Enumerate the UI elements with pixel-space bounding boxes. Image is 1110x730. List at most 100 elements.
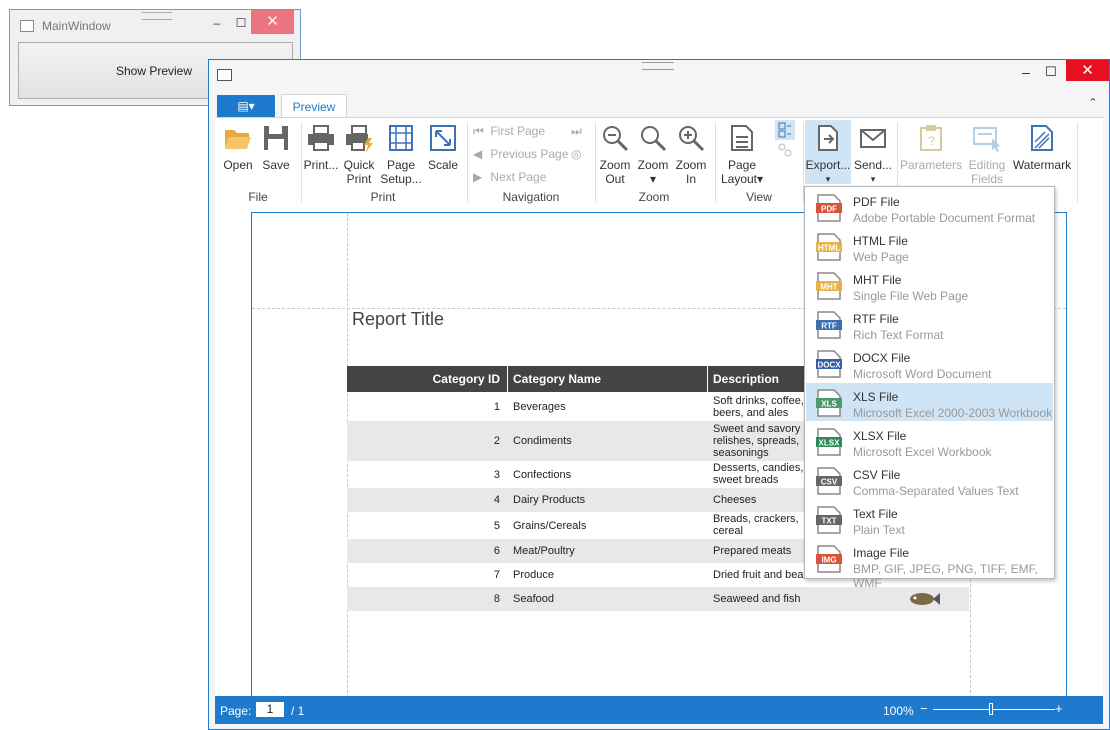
minimize-button[interactable]: – bbox=[1014, 62, 1038, 82]
export-item-title: PDF File bbox=[853, 195, 900, 209]
table-header: Category ID Category Name Description bbox=[347, 366, 805, 392]
page-layout-icon bbox=[731, 125, 753, 151]
column-header-category-id: Category ID bbox=[432, 372, 500, 386]
export-menu-item[interactable]: MHT MHT File Single File Web Page bbox=[806, 266, 1053, 304]
floppy-disk-icon bbox=[264, 126, 288, 150]
last-page-icon: ⏭ bbox=[571, 124, 582, 138]
export-item-title: XLSX File bbox=[853, 429, 907, 443]
export-menu-item[interactable]: RTF RTF File Rich Text Format bbox=[806, 305, 1053, 343]
previous-page-icon: ◀ bbox=[473, 147, 483, 161]
envelope-icon bbox=[860, 129, 886, 148]
thumbnails-button[interactable] bbox=[775, 120, 795, 140]
group-separator bbox=[595, 122, 596, 202]
export-menu-item[interactable]: IMG Image File BMP, GIF, JPEG, PNG, TIFF, … bbox=[806, 539, 1053, 590]
zoom-icon bbox=[641, 126, 667, 152]
last-page-button[interactable]: ⏭ bbox=[571, 124, 585, 139]
export-menu-item[interactable]: TXT Text File Plain Text bbox=[806, 500, 1053, 538]
zoom-plus-icon[interactable]: + bbox=[1055, 701, 1063, 716]
first-page-icon: ⏮ bbox=[473, 124, 484, 138]
export-menu-item[interactable]: PDF PDF File Adobe Portable Document Forma… bbox=[806, 188, 1053, 226]
svg-text:HTML: HTML bbox=[818, 244, 840, 253]
svg-text:DOCX: DOCX bbox=[817, 361, 841, 370]
page-number-input[interactable]: 1 bbox=[256, 702, 284, 717]
export-menu-item[interactable]: CSV CSV File Comma-Separated Values Text bbox=[806, 461, 1053, 499]
export-menu-item[interactable]: XLS XLS File Microsoft Excel 2000-2003 Wor… bbox=[806, 383, 1053, 421]
status-bar: Page: 1 / 1 100% − + bbox=[215, 696, 1103, 724]
seafood-picture bbox=[907, 589, 941, 612]
svg-text:TXT: TXT bbox=[821, 517, 836, 526]
export-menu-item[interactable]: HTML HTML File Web Page bbox=[806, 227, 1053, 265]
drag-grip[interactable] bbox=[642, 62, 674, 70]
collapse-ribbon-icon[interactable]: ⌃ bbox=[1085, 96, 1101, 112]
file-type-icon: MHT bbox=[816, 272, 842, 300]
export-item-subtitle: Microsoft Excel 2000-2003 Workbook bbox=[853, 406, 1053, 420]
minimize-button[interactable]: – bbox=[208, 14, 226, 32]
zoom-minus-icon[interactable]: − bbox=[920, 701, 928, 716]
column-header-category-name: Category Name bbox=[513, 372, 602, 386]
zoom-button[interactable]: Zoom ▾ bbox=[635, 124, 671, 186]
parameters-button[interactable]: ? Parameters bbox=[899, 124, 963, 172]
navigation-pane-button[interactable]: ◎ bbox=[571, 147, 585, 161]
export-menu-item[interactable]: DOCX DOCX File Microsoft Word Document bbox=[806, 344, 1053, 382]
zoom-value: 100% bbox=[883, 704, 914, 718]
file-type-icon: XLSX bbox=[816, 428, 842, 456]
svg-text:MHT: MHT bbox=[820, 283, 837, 292]
scale-button[interactable]: Scale bbox=[425, 124, 461, 172]
editing-fields-icon bbox=[973, 127, 1000, 152]
group-label-navigation: Navigation bbox=[502, 190, 560, 204]
zoom-in-button[interactable]: Zoom In bbox=[673, 124, 709, 186]
page-setup-icon bbox=[389, 125, 413, 151]
tab-preview[interactable]: Preview bbox=[281, 94, 347, 118]
export-menu-item[interactable]: XLSX XLSX File Microsoft Excel Workbook bbox=[806, 422, 1053, 460]
compass-icon: ◎ bbox=[571, 147, 582, 161]
file-type-icon: IMG bbox=[816, 545, 842, 573]
previous-page-button[interactable]: ◀ Previous Page bbox=[473, 147, 568, 161]
drag-grip[interactable] bbox=[142, 12, 172, 20]
export-item-subtitle: BMP, GIF, JPEG, PNG, TIFF, EMF, WMF bbox=[853, 562, 1038, 590]
page-label: Page: bbox=[220, 704, 252, 718]
print-button[interactable]: Print... bbox=[303, 124, 339, 172]
file-type-icon: TXT bbox=[816, 506, 842, 534]
zoom-slider-track[interactable] bbox=[933, 709, 1055, 710]
close-button[interactable]: ✕ bbox=[1066, 60, 1109, 81]
table-row: 8 Seafood Seaweed and fish bbox=[347, 587, 969, 611]
export-item-title: CSV File bbox=[853, 468, 901, 482]
watermark-icon bbox=[1031, 125, 1053, 151]
parameters-icon: ? bbox=[920, 125, 942, 151]
file-type-icon: CSV bbox=[816, 467, 842, 495]
window-icon bbox=[217, 69, 232, 81]
export-item-subtitle: Single File Web Page bbox=[853, 289, 969, 303]
zoom-out-button[interactable]: Zoom Out bbox=[597, 124, 633, 186]
column-divider bbox=[507, 366, 508, 392]
document-map-button[interactable] bbox=[775, 142, 795, 162]
send-button[interactable]: Send... ▾ bbox=[853, 124, 893, 186]
open-button[interactable]: Open bbox=[219, 124, 257, 172]
svg-text:?: ? bbox=[928, 134, 935, 148]
column-divider bbox=[707, 366, 708, 392]
page-setup-button[interactable]: Page Setup... bbox=[379, 124, 423, 186]
report-title: Report Title bbox=[352, 309, 445, 329]
quick-print-button[interactable]: Quick Print bbox=[341, 124, 377, 186]
maximize-button[interactable]: ☐ bbox=[232, 14, 250, 32]
first-page-button[interactable]: ⏮ First Page bbox=[473, 124, 545, 139]
folder-open-icon bbox=[225, 130, 251, 149]
group-label-file: File bbox=[248, 190, 268, 204]
maximize-button[interactable]: ☐ bbox=[1039, 62, 1063, 82]
column-header-description: Description bbox=[713, 372, 780, 386]
export-item-title: Text File bbox=[853, 507, 898, 521]
file-type-icon: DOCX bbox=[816, 350, 842, 378]
group-separator bbox=[715, 122, 716, 202]
svg-text:PDF: PDF bbox=[821, 205, 837, 214]
next-page-button[interactable]: ▶ Next Page bbox=[473, 170, 546, 184]
page-total: / 1 bbox=[291, 704, 305, 718]
watermark-button[interactable]: Watermark bbox=[1011, 124, 1073, 172]
app-menu-button[interactable]: ▤▾ bbox=[217, 95, 275, 117]
export-item-title: MHT File bbox=[853, 273, 902, 287]
editing-fields-button[interactable]: Editing Fields bbox=[965, 124, 1009, 186]
zoom-slider-thumb[interactable] bbox=[989, 703, 993, 715]
scale-icon bbox=[430, 125, 456, 151]
page-layout-button[interactable]: Page Layout▾ bbox=[719, 124, 765, 186]
export-button[interactable]: Export... ▾ bbox=[805, 120, 851, 184]
save-button[interactable]: Save bbox=[259, 124, 293, 172]
close-button[interactable]: ✕ bbox=[251, 10, 294, 34]
